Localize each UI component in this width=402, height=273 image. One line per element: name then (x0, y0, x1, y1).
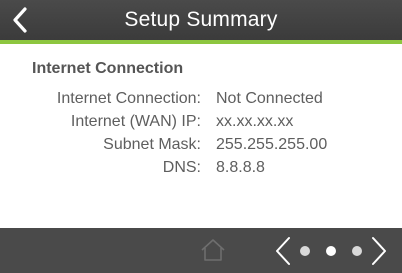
summary-content: Internet Connection Internet Connection:… (0, 44, 402, 228)
row-label: Subnet Mask: (103, 136, 201, 153)
row-internet-connection: Internet Connection: Not Connected (0, 90, 402, 112)
page-dot (352, 246, 362, 256)
row-value: xx.xx.xx.xx (216, 113, 294, 130)
row-value: 255.255.255.00 (216, 136, 328, 153)
page-indicator (300, 245, 362, 257)
row-wan-ip: Internet (WAN) IP: xx.xx.xx.xx (0, 113, 402, 135)
home-button[interactable] (200, 238, 226, 262)
chevron-left-icon (276, 237, 290, 265)
footer-bar (0, 228, 402, 273)
home-icon (201, 239, 225, 261)
page-dot (300, 246, 310, 256)
previous-page-button[interactable] (274, 236, 292, 266)
chevron-right-icon (372, 237, 386, 265)
page-dot-current (326, 246, 336, 256)
section-title: Internet Connection (32, 60, 184, 77)
page-title: Setup Summary (124, 8, 278, 31)
row-value: 8.8.8.8 (216, 159, 265, 176)
row-label: DNS: (162, 159, 201, 176)
setup-summary-screen: Setup Summary Internet Connection Intern… (0, 0, 402, 273)
row-label: Internet (WAN) IP: (70, 113, 201, 130)
row-subnet-mask: Subnet Mask: 255.255.255.00 (0, 136, 402, 158)
row-dns: DNS: 8.8.8.8 (0, 159, 402, 181)
next-page-button[interactable] (370, 236, 388, 266)
row-label: Internet Connection: (56, 90, 201, 107)
row-value: Not Connected (216, 90, 323, 107)
header-bar: Setup Summary (0, 0, 402, 40)
